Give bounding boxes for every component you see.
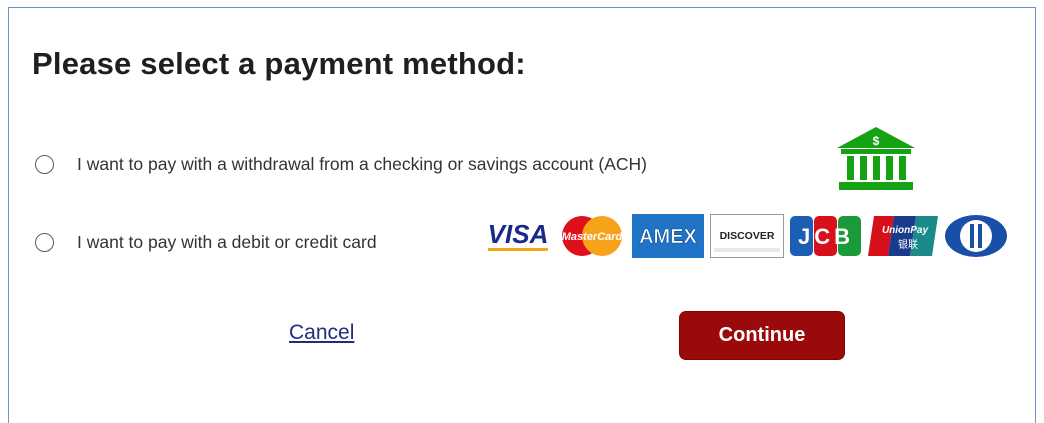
jcb-logo: JCB	[790, 216, 861, 256]
svg-text:VISA: VISA	[488, 219, 549, 249]
option-card[interactable]: I want to pay with a debit or credit car…	[35, 232, 377, 253]
continue-button[interactable]: Continue	[679, 311, 845, 360]
card-label: I want to pay with a debit or credit car…	[77, 232, 377, 252]
amex-logo: AMEX	[632, 214, 704, 258]
bank-icon: $	[835, 126, 917, 197]
svg-text:银联: 银联	[898, 238, 918, 251]
mastercard-logo: MasterCard	[562, 216, 623, 256]
ach-radio[interactable]	[35, 155, 54, 174]
page-title: Please select a payment method:	[32, 46, 526, 81]
diners-club-logo	[945, 215, 1007, 257]
svg-text:MasterCard: MasterCard	[562, 231, 623, 243]
svg-text:JCB: JCB	[798, 224, 854, 249]
svg-text:AMEX: AMEX	[639, 226, 697, 248]
svg-text:DISCOVER: DISCOVER	[720, 230, 775, 242]
discover-logo: DISCOVER	[710, 214, 784, 258]
visa-logo: VISA	[488, 219, 549, 251]
option-ach[interactable]: I want to pay with a withdrawal from a c…	[35, 154, 647, 175]
svg-text:UnionPay: UnionPay	[882, 225, 929, 236]
payment-panel: Please select a payment method: I want t…	[8, 7, 1036, 423]
unionpay-logo: UnionPay 银联	[868, 216, 938, 256]
cancel-link[interactable]: Cancel	[289, 321, 354, 345]
card-logos: VISA MasterCard AMEX DISCOVER JCB UnionP…	[484, 214, 1008, 258]
bank-dollar-symbol: $	[873, 134, 880, 148]
card-radio[interactable]	[35, 233, 54, 252]
ach-label: I want to pay with a withdrawal from a c…	[77, 154, 647, 174]
